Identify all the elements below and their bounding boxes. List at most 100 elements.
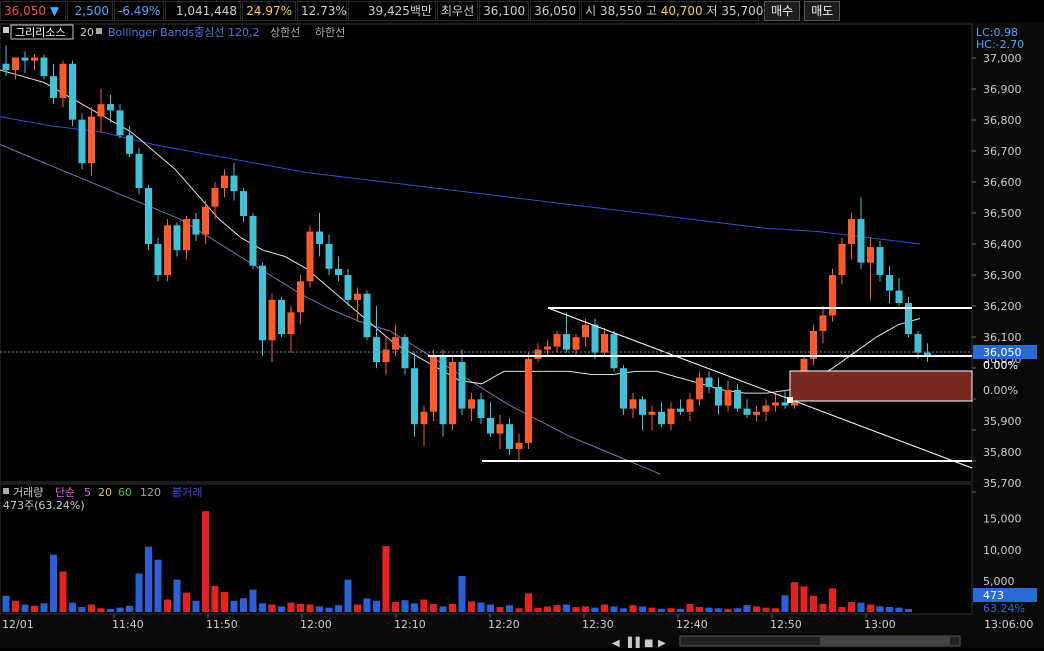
price-axis-label: 36,600 [983,176,1022,189]
candle-body [240,191,247,216]
volume-bar [12,600,19,612]
sell-button[interactable]: 매도 [804,1,841,21]
time-axis-label: 12:30 [582,618,614,631]
open-value: 38,550 [600,4,642,18]
candle-body [69,63,76,120]
candle-body [116,110,124,136]
volume-bar [430,603,437,612]
candle-body [753,411,760,415]
time-axis-label: 12:10 [394,618,426,631]
candle-body [183,219,190,251]
volume-bar [677,608,684,612]
time-axis-label: 12:20 [488,618,520,631]
price-value: 36,050 [4,4,46,18]
scroll-right-icon[interactable]: ▶ [658,638,666,649]
candle-body [449,362,456,425]
stop-icon[interactable]: ■ [644,638,653,649]
volume-bar [392,602,399,612]
candle-body [278,299,285,335]
volume-ma-label: 단순 [55,486,75,499]
volume-bar [21,604,29,612]
volume-bar [411,603,418,612]
volume-bar [639,606,646,612]
candle-body [192,219,200,235]
volume-bar [78,607,86,612]
candle-body [154,243,162,276]
candle-body [97,104,105,117]
scroll-controls[interactable]: ◀ ▌▌ ■ ▶ [612,635,961,649]
volume-bar [487,604,494,612]
candle-body [173,225,181,251]
volume-bar [648,607,656,612]
candle-body [458,362,466,409]
price-axis-label: 35,800 [983,446,1022,459]
price-axis-label: 36,800 [983,114,1022,127]
square-menu-icon[interactable] [3,27,9,33]
volume-bar [164,599,171,612]
volume-bar [401,600,409,612]
price-axis-label: 0.00% [983,384,1018,397]
trade-amount: 39,425백만 [348,1,436,21]
candle-body [876,247,884,276]
scroll-left-icon[interactable]: ◀ [612,638,620,649]
candle-body [21,57,29,61]
volume-bar [563,604,570,612]
candle-body [249,216,257,266]
candle-body [496,424,504,434]
volume-bar [211,585,219,612]
volume-bar [525,593,532,612]
volume-bar [667,608,675,612]
time-axis-label: 12:00 [300,618,332,631]
high-label: 고 [645,4,657,18]
volume-ma5: 5 [84,486,91,499]
candle-body [221,175,228,189]
candle-body [857,219,865,263]
candle-body [78,119,86,164]
candle-body [430,355,437,412]
drawing-handle[interactable] [787,397,793,403]
price-axis-label: 37,000 [983,52,1022,65]
candle-body [582,324,589,338]
volume-bar [145,546,152,612]
price-axis-label: 36,100 [983,331,1022,344]
chart-area[interactable]: 그리리소스 20 Bollinger Bands중심선 120,2 상한선 하한… [0,22,1044,649]
candle-body [88,116,95,164]
open-label: 시 [585,4,597,18]
candle-body [658,411,665,425]
volume-bar [772,608,779,612]
scrollbar-thumb[interactable] [820,637,950,645]
buy-button[interactable]: 매수 [764,1,801,21]
candle-body [363,293,371,338]
candle-body [145,188,152,244]
candle-body [629,399,637,409]
candle-body [715,386,722,406]
price-axis-label: 36,300 [983,269,1022,282]
volume-bar [886,607,893,612]
volume-bar [895,607,903,612]
candle-body [354,293,361,300]
volume-bar [629,605,637,612]
volume-bar [715,608,722,612]
volume-bar [363,598,371,612]
candle-body [107,104,114,111]
upper-band-label: 상한선 [270,26,300,39]
candle-body [135,153,143,189]
current-price: 36,050 ▼ [0,1,66,21]
price-axis-label: 36,900 [983,83,1022,96]
volume-bar [344,579,352,612]
volume-extra: 불거래 [172,486,202,499]
candle-body [382,349,390,363]
scroll-pause-icon[interactable]: ▌▌ [627,636,643,649]
volume-menu-icon[interactable] [3,488,9,494]
target-box[interactable] [789,370,973,402]
volume-bar [316,606,323,612]
stock-chart[interactable]: 그리리소스 20 Bollinger Bands중심선 120,2 상한선 하한… [0,22,1044,649]
candle-body [544,346,551,350]
current-pct-tag: 0.00% [983,359,1018,372]
candle-body [601,334,608,353]
volume-bar [31,605,38,612]
candle-body [439,355,447,425]
volume-bar [335,605,342,612]
candle-body [487,417,494,434]
candle-body [344,275,352,300]
